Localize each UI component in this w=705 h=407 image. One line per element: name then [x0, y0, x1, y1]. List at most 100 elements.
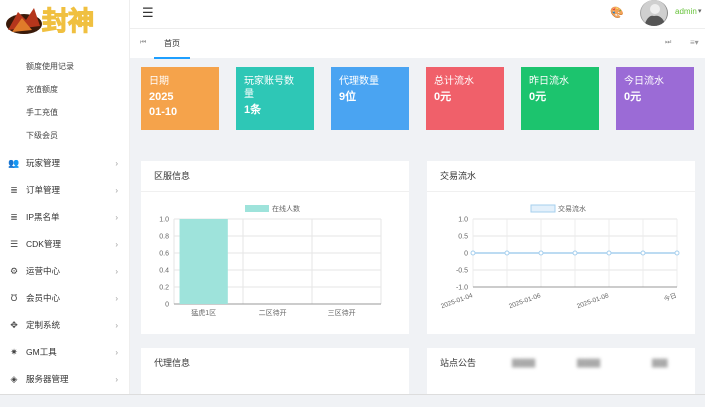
- chevron-right-icon: ›: [115, 240, 118, 249]
- users-icon: 👥: [8, 158, 20, 168]
- chevron-right-icon: ›: [115, 348, 118, 357]
- bottom-scrollbar[interactable]: [0, 394, 705, 407]
- data-point: [674, 250, 680, 256]
- stat-card-label: 日期: [149, 76, 169, 87]
- tab-next-icon[interactable]: ⏭: [665, 39, 671, 47]
- stat-card-yesterday-flow: 昨日流水 0元: [521, 67, 599, 130]
- tab-prev-icon[interactable]: ⏮: [140, 39, 146, 47]
- stat-card-today-flow: 今日流水 0元: [616, 67, 694, 130]
- y-tick-label: 0.4: [159, 268, 169, 275]
- stat-card-label: 今日流水: [624, 76, 664, 87]
- legend-label: 交易流水: [558, 204, 586, 213]
- data-point: [538, 250, 544, 256]
- stat-card-value: 1条: [244, 104, 262, 116]
- y-tick-label: 0.5: [458, 234, 468, 241]
- y-tick-label: 0: [165, 302, 169, 309]
- menu-item-servers[interactable]: ◈ 服务器管理 ›: [0, 366, 130, 393]
- tab-options-icon[interactable]: ≡▾: [690, 38, 699, 47]
- bar-chart: 在线人数 0 0.2 0.4 0.6 0.8 1.0 猛虎1区 二区待开 三区待开: [159, 204, 382, 317]
- x-tick-label: 三区待开: [328, 308, 356, 317]
- chevron-right-icon: ›: [115, 213, 118, 222]
- sub-item-recharge-quota[interactable]: 充值额度: [0, 78, 130, 101]
- menu-item-label: 会员中心: [26, 293, 61, 303]
- avatar-image: [641, 0, 667, 26]
- y-tick-label: -1.0: [456, 285, 468, 292]
- stat-card-label: 代理数量: [339, 76, 379, 87]
- menu-item-label: CDK管理: [26, 239, 61, 249]
- stat-card-value: 2025 01-10: [149, 91, 178, 118]
- bulb-icon: ✷: [10, 347, 18, 357]
- blurred-notice-text: ▆▆: [652, 357, 668, 368]
- y-tick-label: 0.8: [159, 234, 169, 241]
- app: 封神 额度使用记录 充值额度 手工充值 下级会员 👥 玩家管理 › ≣ 订单管理…: [0, 0, 705, 407]
- bar: [179, 219, 228, 304]
- chevron-right-icon: ›: [115, 186, 118, 195]
- line-chart: 交易流水 -1.0 -0.5 0 0.5 1.0 2025-01-04 2025-01-06 2…: [440, 204, 680, 310]
- y-tick-label: 1.0: [458, 217, 468, 224]
- x-tick-label: 猛虎1区: [191, 308, 216, 317]
- y-tick-label: 0.6: [159, 251, 169, 258]
- menu-item-operations[interactable]: ⚙ 运营中心 ›: [0, 258, 130, 285]
- sub-item-usage-record[interactable]: 额度使用记录: [0, 55, 130, 78]
- menu-item-label: GM工具: [26, 347, 57, 357]
- menu-item-label: 服务器管理: [26, 374, 69, 384]
- menu-item-members[interactable]: Ʊ 会员中心 ›: [0, 285, 130, 312]
- x-tick-label: 今日: [662, 290, 677, 303]
- stat-card-total-flow: 总计流水 0元: [426, 67, 504, 130]
- x-tick-label: 二区待开: [259, 308, 287, 317]
- svg-text:封神: 封神: [42, 6, 94, 36]
- menu-item-orders[interactable]: ≣ 订单管理 ›: [0, 177, 130, 204]
- tab-bar: ⏮ 首页 ⏭ ≡▾: [130, 28, 705, 59]
- menu-item-custom-system[interactable]: ✥ 定制系统 ›: [0, 312, 130, 339]
- menu-item-ip-blacklist[interactable]: ≣ IP黑名单 ›: [0, 204, 130, 231]
- menu-item-label: 定制系统: [26, 320, 61, 330]
- stat-card-agents: 代理数量 9位: [331, 67, 409, 130]
- cluster-icon: ✥: [10, 320, 18, 330]
- menu-item-label: 订单管理: [26, 185, 61, 195]
- x-tick-label: 2025-01-06: [508, 292, 542, 310]
- sub-item-manual-recharge[interactable]: 手工充值: [0, 101, 130, 124]
- theme-palette-icon[interactable]: 🎨: [610, 6, 624, 19]
- stat-card-label: 玩家账号数量: [244, 76, 294, 100]
- menu-toggle-icon[interactable]: ☰: [142, 5, 154, 21]
- panel-title: 代理信息: [154, 358, 191, 368]
- username[interactable]: admin: [675, 7, 697, 16]
- stat-card-label: 总计流水: [434, 76, 474, 87]
- menu-item-label: 玩家管理: [26, 158, 61, 168]
- panel-site-notice: 站点公告 ▆▆▆ ▆▆▆ ▆▆: [427, 348, 695, 394]
- magnet-icon: Ʊ: [10, 293, 18, 303]
- data-point: [572, 250, 578, 256]
- menu-item-players[interactable]: 👥 玩家管理 ›: [0, 150, 130, 177]
- data-point: [504, 250, 510, 256]
- menu-item-cdk[interactable]: ☰ CDK管理 ›: [0, 231, 130, 258]
- list-icon: ☰: [9, 239, 19, 249]
- panel-agent-info: 代理信息: [141, 348, 409, 394]
- chevron-right-icon: ›: [115, 267, 118, 276]
- legend-swatch: [245, 205, 269, 212]
- caret-down-icon[interactable]: ▾: [698, 7, 702, 15]
- chevron-right-icon: ›: [115, 294, 118, 303]
- y-tick-label: 1.0: [159, 217, 169, 224]
- menu-item-gm-tools[interactable]: ✷ GM工具 ›: [0, 339, 130, 366]
- sub-item-sub-members[interactable]: 下级会员: [0, 124, 130, 147]
- menu-item-label: IP黑名单: [26, 212, 60, 222]
- data-point: [640, 250, 646, 256]
- y-tick-label: 0: [464, 251, 468, 258]
- panel-title: 区服信息: [154, 171, 191, 181]
- stat-card-value: 0元: [529, 91, 547, 103]
- stat-card-player-accounts: 玩家账号数量 1条: [236, 67, 314, 130]
- diamond-icon: ◈: [10, 374, 18, 384]
- chevron-right-icon: ›: [115, 159, 118, 168]
- stat-card-value: 0元: [434, 91, 452, 103]
- stat-card-date: 日期 2025 01-10: [141, 67, 219, 130]
- logo-image: 封神: [6, 5, 95, 37]
- chevron-right-icon: ›: [115, 375, 118, 384]
- logo[interactable]: 封神: [4, 2, 122, 38]
- database-icon: ≣: [10, 185, 18, 195]
- tab-home[interactable]: 首页: [154, 29, 190, 59]
- panel-trade-flow: 交易流水 交易流水 -1.0 -0.5 0 0.5 1.0 2025-01-04 2025-0…: [427, 161, 695, 334]
- avatar[interactable]: [640, 0, 668, 26]
- legend-swatch: [530, 204, 556, 213]
- blurred-notice-text: ▆▆▆: [577, 357, 601, 368]
- sidebar: 封神 额度使用记录 充值额度 手工充值 下级会员 👥 玩家管理 › ≣ 订单管理…: [0, 0, 130, 407]
